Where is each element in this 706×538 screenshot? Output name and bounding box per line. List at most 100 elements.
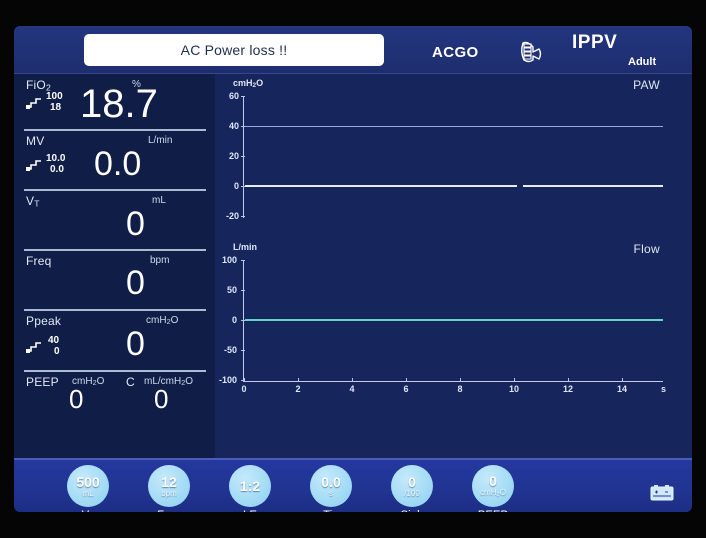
param-divider-1	[24, 129, 206, 131]
control-vt-value: 500	[76, 473, 100, 490]
param-value-compliance: 0	[154, 384, 169, 414]
alarm-banner[interactable]: AC Power loss !!	[84, 34, 384, 66]
alarm-message: AC Power loss !!	[180, 42, 288, 58]
alarm-limit-icon	[26, 342, 41, 353]
control-tip-value: 0.0	[321, 473, 341, 490]
control-peep-label: PEEP	[455, 509, 531, 512]
chart-flow-trace	[245, 319, 663, 321]
chart-xtick-12: 12	[562, 384, 573, 394]
alarm-limit-low-ppeak: 0	[54, 346, 60, 357]
control-ie-value: 1:2	[239, 477, 261, 494]
parameter-panel: FiO2 % 100 18 18.7 MV L/min 10.0 0.0 0.0…	[14, 74, 215, 458]
chart-paw-trace-left	[245, 185, 517, 187]
control-tip-dial[interactable]: 0.0 s	[310, 465, 352, 507]
ventilation-mode-label[interactable]: IPPV	[572, 32, 617, 54]
control-freq-dial[interactable]: 12 bpm	[148, 465, 190, 507]
chart-paw-ytick-minus20: -20	[225, 211, 239, 221]
chart-xtick-8: 8	[457, 384, 463, 394]
param-label-vt: VT	[26, 194, 40, 209]
param-unit-compliance: mL/cmH2O	[144, 376, 194, 388]
chart-flow-ytick-minus100: -100	[218, 375, 237, 385]
param-divider-5	[24, 370, 206, 372]
chart-paw-yaxis	[243, 96, 244, 218]
control-sigh[interactable]: 0 /100 Sigh	[374, 465, 450, 512]
control-peep[interactable]: 0 cmH2O PEEP	[455, 465, 531, 512]
alarm-limit-high-mv: 10.0	[46, 153, 66, 164]
alarm-limit-low-fio2: 18	[50, 102, 62, 113]
control-vt-label: VT	[50, 509, 126, 512]
chart-flow-title: Flow	[633, 242, 660, 256]
control-sigh-label: Sigh	[374, 509, 450, 512]
param-divider-2	[24, 189, 206, 191]
chart-paw-ytickmark-60	[241, 96, 245, 97]
control-freq[interactable]: 12 bpm Freq	[131, 465, 207, 512]
param-label-freq: Freq	[26, 254, 52, 268]
chart-paw-ytick-20: 20	[228, 151, 239, 161]
param-label-mv: MV	[26, 134, 45, 148]
chart-xtickmark-14	[622, 378, 623, 381]
control-peep-unit: cmH2O	[480, 487, 506, 498]
header-bar: AC Power loss !! ACGO IPPV Adult	[14, 26, 692, 75]
control-vt[interactable]: 500 mL VT	[50, 465, 126, 512]
param-label-peep: PEEP	[26, 375, 59, 389]
control-sigh-unit: /100	[404, 488, 420, 498]
chart-xtickmark-6	[406, 378, 407, 381]
device-bezel: AC Power loss !! ACGO IPPV Adult FiO2 %	[0, 0, 706, 538]
param-unit-mv: L/min	[148, 135, 173, 146]
param-unit-ppeak: cmH2O	[146, 315, 179, 327]
control-sigh-dial[interactable]: 0 /100	[391, 465, 433, 507]
chart-flow-ytickmark-50	[241, 290, 245, 291]
control-tip[interactable]: 0.0 s Tip	[293, 465, 369, 512]
param-value-peep: 0	[69, 384, 84, 414]
patient-type-label[interactable]: Adult	[628, 56, 656, 68]
chart-paw-limit-line	[245, 126, 663, 127]
alarm-limit-high-fio2: 100	[46, 91, 63, 102]
chart-xtick-14: 14	[616, 384, 627, 394]
control-vt-unit: mL	[82, 488, 94, 498]
acgo-label[interactable]: ACGO	[432, 44, 479, 61]
control-ie[interactable]: 1:2 I:E	[212, 465, 288, 512]
param-unit-vt: mL	[152, 195, 166, 206]
chart-flow[interactable]: L/min Flow 100 50 0 -50 -100 0 2 4 6 8 1…	[215, 242, 692, 417]
chart-xaxis	[243, 381, 663, 382]
param-value-fio2: 18.7	[80, 82, 158, 126]
control-ie-label: I:E	[212, 509, 288, 512]
param-label-compliance: C	[126, 375, 135, 389]
chart-flow-ytickmark-100	[241, 260, 245, 261]
param-value-ppeak: 0	[126, 325, 145, 363]
control-ie-dial[interactable]: 1:2	[229, 465, 271, 507]
chart-flow-yaxis	[243, 260, 244, 382]
chart-flow-ytick-50: 50	[226, 285, 237, 295]
control-peep-dial[interactable]: 0 cmH2O	[472, 465, 514, 507]
control-vt-dial[interactable]: 500 mL	[67, 465, 109, 507]
alarm-limit-icon	[26, 160, 41, 171]
chart-paw-ytick-60: 60	[228, 91, 239, 101]
control-freq-unit: bpm	[161, 488, 177, 498]
chart-xtick-4: 4	[349, 384, 355, 394]
chart-flow-ylabel: L/min	[233, 242, 257, 252]
chart-xaxis-unit: s	[661, 384, 667, 394]
chart-xtick-10: 10	[508, 384, 519, 394]
param-label-ppeak: Ppeak	[26, 314, 62, 328]
control-freq-value: 12	[161, 473, 177, 490]
chart-paw-ytickmark-minus20	[241, 216, 245, 217]
alarm-limit-high-ppeak: 40	[48, 335, 60, 346]
alarm-limit-icon	[26, 98, 41, 109]
chart-flow-ytickmark-minus50	[241, 350, 245, 351]
chart-paw-title: PAW	[633, 78, 660, 92]
param-value-mv: 0.0	[94, 145, 142, 183]
chart-paw[interactable]: cmH2O PAW 60 40 20 0 -20	[215, 74, 692, 244]
control-bar-divider	[14, 458, 692, 460]
chart-xtickmark-8	[460, 378, 461, 381]
manual-bag-icon	[514, 38, 548, 66]
chart-flow-ytick-minus50: -50	[223, 345, 237, 355]
control-sigh-value: 0	[408, 473, 416, 490]
waveform-area: cmH2O PAW 60 40 20 0 -20 L/min Flow 100 …	[215, 74, 692, 458]
param-divider-4	[24, 309, 206, 311]
control-peep-value: 0	[489, 472, 497, 489]
chart-paw-ylabel: cmH2O	[233, 78, 264, 89]
chart-xtickmark-4	[352, 378, 353, 381]
chart-paw-ytick-40: 40	[228, 121, 239, 131]
control-tip-unit: s	[329, 488, 333, 498]
chart-xtick-2: 2	[295, 384, 301, 394]
